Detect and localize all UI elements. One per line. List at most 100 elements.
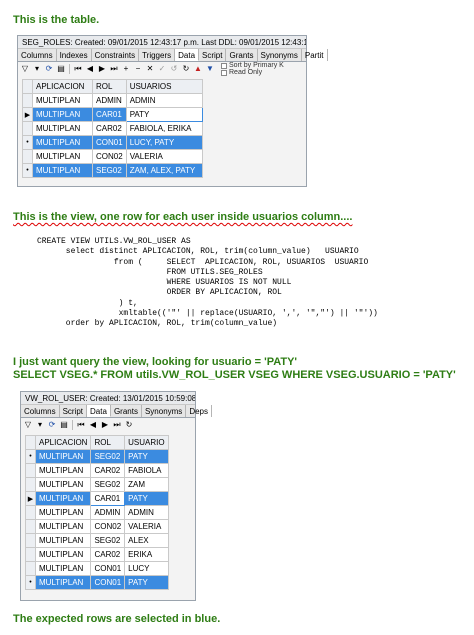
row-marker[interactable]: • (22, 163, 33, 178)
refresh-icon[interactable]: ↻ (125, 420, 133, 430)
tab-partit[interactable]: Partit (302, 49, 328, 61)
insert-row-icon[interactable]: + (122, 64, 130, 74)
table-cell[interactable]: MULTIPLAN (32, 163, 93, 178)
read-only-checkbox[interactable]: Read Only (221, 69, 284, 76)
table-cell[interactable]: CAR01 (90, 491, 126, 506)
table-cell[interactable]: MULTIPLAN (32, 149, 93, 164)
table-cell[interactable]: CAR01 (92, 107, 127, 122)
table-row[interactable]: MULTIPLAN CAR02 ERIKA (25, 547, 169, 562)
table-row[interactable]: • MULTIPLAN SEG02 PATY (25, 449, 169, 464)
table-cell[interactable]: ADMIN (124, 505, 169, 520)
sort-asc-icon[interactable]: ▲ (194, 64, 202, 74)
table-row[interactable]: MULTIPLAN CON01 LUCY (25, 561, 169, 576)
table-row[interactable]: MULTIPLAN SEG02 ZAM (25, 477, 169, 492)
tab-triggers[interactable]: Triggers (139, 49, 176, 61)
prev-record-icon[interactable]: ◀ (89, 420, 97, 430)
row-marker[interactable] (25, 463, 36, 478)
last-record-icon[interactable]: ⏭ (110, 64, 118, 74)
table-row[interactable]: ▶ MULTIPLAN CAR01 PATY (22, 107, 203, 122)
column-header-rol[interactable]: ROL (92, 79, 127, 94)
tab-data[interactable]: Data (175, 49, 200, 61)
table-cell[interactable]: MULTIPLAN (34, 463, 92, 478)
first-record-icon[interactable]: ⏮ (74, 64, 82, 74)
table-cell[interactable]: PATY (124, 575, 169, 590)
table-cell[interactable]: CON02 (90, 519, 126, 534)
sort-by-pk-checkbox[interactable]: Sort by Primary K (221, 62, 284, 69)
select-all-corner[interactable] (25, 435, 36, 450)
table-row[interactable]: MULTIPLAN CAR02 FABIOLA, ERIKA (22, 121, 203, 136)
row-marker[interactable] (25, 533, 36, 548)
table-cell[interactable]: PATY (124, 449, 169, 464)
next-record-icon[interactable]: ▶ (98, 64, 106, 74)
tab-data[interactable]: Data (87, 405, 111, 417)
column-header-usuarios[interactable]: USUARIOS (125, 79, 203, 94)
select-all-corner[interactable] (22, 79, 33, 94)
last-record-icon[interactable]: ⏭ (113, 420, 121, 430)
table-cell[interactable]: ALEX (124, 533, 169, 548)
refresh-data-icon[interactable]: ⟳ (45, 64, 53, 74)
row-marker[interactable] (25, 477, 36, 492)
table-row[interactable]: • MULTIPLAN SEG02 ZAM, ALEX, PATY (22, 163, 203, 178)
table-cell[interactable]: SEG02 (92, 163, 127, 178)
table-cell[interactable]: MULTIPLAN (32, 135, 93, 150)
first-record-icon[interactable]: ⏮ (77, 420, 85, 430)
table-cell[interactable]: MULTIPLAN (34, 575, 92, 590)
table-cell[interactable]: MULTIPLAN (34, 547, 92, 562)
row-marker[interactable]: • (22, 135, 33, 150)
tab-grants[interactable]: Grants (111, 405, 142, 417)
dropdown-arrow-icon[interactable]: ▾ (36, 420, 44, 430)
row-marker[interactable]: • (25, 575, 36, 590)
tab-script[interactable]: Script (199, 49, 227, 61)
table-cell[interactable]: PATY (125, 107, 203, 122)
row-marker[interactable] (22, 149, 33, 164)
row-marker[interactable] (25, 547, 36, 562)
row-marker[interactable]: • (25, 449, 36, 464)
table-cell[interactable]: MULTIPLAN (34, 449, 92, 464)
table-row[interactable]: • MULTIPLAN CON01 PATY (25, 575, 169, 590)
table-cell[interactable]: MULTIPLAN (34, 505, 92, 520)
table-cell[interactable]: MULTIPLAN (34, 491, 92, 506)
table-cell[interactable]: ZAM (124, 477, 169, 492)
refresh-data-icon[interactable]: ⟳ (48, 420, 56, 430)
table-cell[interactable]: SEG02 (90, 449, 126, 464)
table-cell[interactable]: ZAM, ALEX, PATY (125, 163, 203, 178)
export-icon[interactable]: ▤ (57, 64, 65, 74)
refresh-icon[interactable]: ↻ (182, 64, 190, 74)
remove-icon[interactable]: ✕ (146, 64, 154, 74)
tab-columns[interactable]: Columns (18, 49, 57, 61)
table-cell[interactable]: CAR02 (90, 547, 126, 562)
table-row[interactable]: MULTIPLAN CON02 VALERIA (25, 519, 169, 534)
column-header-rol[interactable]: ROL (90, 435, 126, 450)
row-marker[interactable] (25, 561, 36, 576)
table-cell[interactable]: CON02 (92, 149, 127, 164)
table-cell[interactable]: ERIKA (124, 547, 169, 562)
table-cell[interactable]: CON01 (92, 135, 127, 150)
table-cell[interactable]: MULTIPLAN (34, 533, 92, 548)
commit-icon[interactable]: ✓ (158, 64, 166, 74)
export-icon[interactable]: ▤ (60, 420, 68, 430)
table-row[interactable]: MULTIPLAN ADMIN ADMIN (22, 93, 203, 108)
table-cell[interactable]: MULTIPLAN (34, 519, 92, 534)
table-cell[interactable]: MULTIPLAN (32, 121, 93, 136)
rollback-icon[interactable]: ↺ (170, 64, 178, 74)
row-marker[interactable] (22, 121, 33, 136)
dropdown-arrow-icon[interactable]: ▾ (33, 64, 41, 74)
table-cell[interactable]: CAR02 (92, 121, 127, 136)
tab-deps[interactable]: Deps (186, 405, 212, 417)
table-cell[interactable]: FABIOLA, ERIKA (125, 121, 203, 136)
table-row[interactable]: MULTIPLAN CAR02 FABIOLA (25, 463, 169, 478)
table-cell[interactable]: LUCY, PATY (125, 135, 203, 150)
table-cell[interactable]: SEG02 (90, 533, 126, 548)
row-marker[interactable] (25, 505, 36, 520)
filter-icon[interactable]: ▽ (21, 64, 29, 74)
tab-indexes[interactable]: Indexes (57, 49, 92, 61)
table-row[interactable]: • MULTIPLAN CON01 LUCY, PATY (22, 135, 203, 150)
table-cell[interactable]: SEG02 (90, 477, 126, 492)
table-row[interactable]: MULTIPLAN ADMIN ADMIN (25, 505, 169, 520)
table-cell[interactable]: PATY (124, 491, 169, 506)
table-row[interactable]: MULTIPLAN CON02 VALERIA (22, 149, 203, 164)
table-cell[interactable]: LUCY (124, 561, 169, 576)
table-row[interactable]: ▶ MULTIPLAN CAR01 PATY (25, 491, 169, 506)
row-marker[interactable]: ▶ (25, 491, 36, 506)
tab-constraints[interactable]: Constraints (92, 49, 140, 61)
